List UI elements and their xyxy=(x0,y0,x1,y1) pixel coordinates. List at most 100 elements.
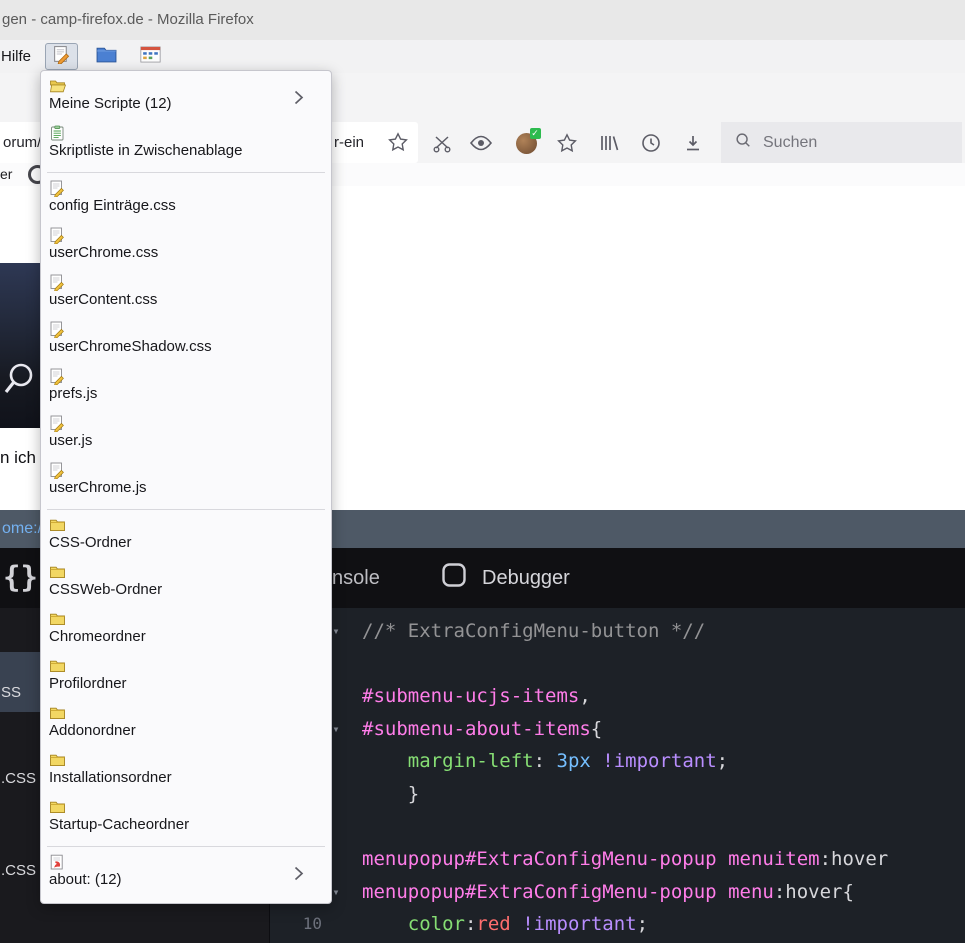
code-editor[interactable]: 1▾//* ExtraConfigMenu-button *//23#subme… xyxy=(270,608,965,943)
tab-debugger-label: Debugger xyxy=(482,567,570,590)
menu-bar: Hilfe xyxy=(0,40,965,73)
menu-item-skriptliste-in-zwischenablage[interactable]: Skriptliste in Zwischenablage xyxy=(41,121,331,168)
avatar: ✓ xyxy=(516,133,537,154)
library-icon[interactable] xyxy=(596,130,622,156)
code-text[interactable] xyxy=(350,648,362,681)
menubar-item-help[interactable]: Hilfe xyxy=(0,40,37,73)
search-bar[interactable] xyxy=(721,122,962,163)
code-text[interactable]: margin-left: 3px !important; xyxy=(350,745,728,778)
menu-item-chromeordner[interactable]: Chromeordner xyxy=(41,607,331,654)
code-line: 6 } xyxy=(270,778,965,811)
menu-item-meine-scripte-12[interactable]: Meine Scripte (12) xyxy=(41,74,331,121)
code-token xyxy=(362,913,408,935)
extraconfig-menu-popup: Meine Scripte (12) Skriptliste in Zwische… xyxy=(40,70,332,904)
about-page-icon xyxy=(49,854,66,871)
code-text[interactable]: #submenu-about-items{ xyxy=(350,713,602,746)
folder-toolbar-button[interactable] xyxy=(90,43,123,70)
code-line: 9▾menupopup#ExtraConfigMenu-popup menu:h… xyxy=(270,876,965,909)
menu-item-user-js[interactable]: user.js xyxy=(41,411,331,458)
folder-icon xyxy=(49,799,66,816)
code-token: menupopup#ExtraConfigMenu-popup xyxy=(362,881,717,903)
menu-item-label: Meine Scripte (12) xyxy=(49,95,172,112)
firefox-window: gen - camp-firefox.de - Mozilla Firefox … xyxy=(0,0,965,943)
menu-item-label: userContent.css xyxy=(49,291,157,308)
code-token: , xyxy=(579,685,590,707)
code-token: : xyxy=(534,750,557,772)
menu-separator xyxy=(47,846,325,847)
menu-item-installationsordner[interactable]: Installationsordner xyxy=(41,748,331,795)
menu-item-userchrome-js[interactable]: userChrome.js xyxy=(41,458,331,505)
code-token: :hover{ xyxy=(774,881,854,903)
chrome-url-fragment: ome:/ xyxy=(2,510,42,548)
grid-toolbar-button[interactable] xyxy=(134,43,167,70)
menu-item-label: Chromeordner xyxy=(49,628,146,645)
downloads-icon[interactable] xyxy=(680,130,706,156)
code-line: 1▾//* ExtraConfigMenu-button *// xyxy=(270,615,965,648)
menu-item-config-eintr-ge-css[interactable]: config Einträge.css xyxy=(41,176,331,223)
code-text[interactable]: color:red !important; xyxy=(350,908,648,941)
menu-item-addonordner[interactable]: Addonordner xyxy=(41,701,331,748)
search-input[interactable] xyxy=(761,133,925,153)
source-name-fragment[interactable]: SS xyxy=(1,684,21,701)
menu-item-label: about: (12) xyxy=(49,871,122,888)
code-line: 2 xyxy=(270,648,965,681)
tab-debugger[interactable]: Debugger xyxy=(440,548,570,608)
menu-item-prefs-js[interactable]: prefs.js xyxy=(41,364,331,411)
code-token: //* ExtraConfigMenu-button *// xyxy=(362,620,705,642)
menu-item-startup-cacheordner[interactable]: Startup-Cacheordner xyxy=(41,795,331,842)
code-token: ; xyxy=(717,750,728,772)
url-text-right: r-ein xyxy=(334,122,364,163)
script-pencil-icon xyxy=(52,45,71,69)
code-token: } xyxy=(362,783,419,805)
code-token: { xyxy=(591,718,602,740)
source-name-fragment[interactable]: .CSS xyxy=(1,862,36,879)
code-token: red xyxy=(476,913,510,935)
code-text[interactable]: //* ExtraConfigMenu-button *// xyxy=(350,615,705,648)
star-icon[interactable] xyxy=(554,130,580,156)
menu-item-label: Installationsordner xyxy=(49,769,172,786)
menu-item-userchromeshadow-css[interactable]: userChromeShadow.css xyxy=(41,317,331,364)
menu-item-label: userChromeShadow.css xyxy=(49,338,212,355)
line-number[interactable]: 10 xyxy=(270,908,322,941)
menu-item-profilordner[interactable]: Profilordner xyxy=(41,654,331,701)
menu-item-cssweb-ordner[interactable]: CSSWeb-Ordner xyxy=(41,560,331,607)
code-token xyxy=(362,750,408,772)
code-token: #submenu-ucjs-items xyxy=(362,685,579,707)
bookmark-star-icon[interactable] xyxy=(388,132,408,157)
code-text[interactable]: menupopup#ExtraConfigMenu-popup menu:hov… xyxy=(350,876,854,909)
code-text[interactable]: } xyxy=(350,778,419,811)
code-text[interactable]: #submenu-ucjs-items, xyxy=(350,680,591,713)
menu-item-css-ordner[interactable]: CSS-Ordner xyxy=(41,513,331,560)
code-token: menuitem xyxy=(728,848,820,870)
avatar-extension-icon[interactable]: ✓ xyxy=(513,130,539,156)
folder-icon xyxy=(49,517,66,534)
code-line: 4▾#submenu-about-items{ xyxy=(270,713,965,746)
code-text[interactable] xyxy=(350,811,362,844)
menu-item-usercontent-css[interactable]: userContent.css xyxy=(41,270,331,317)
code-token xyxy=(717,848,728,870)
menu-item-label: userChrome.css xyxy=(49,244,158,261)
source-name-fragment[interactable]: .CSS xyxy=(1,770,36,787)
menu-item-userchrome-css[interactable]: userChrome.css xyxy=(41,223,331,270)
title-bar: gen - camp-firefox.de - Mozilla Firefox xyxy=(0,0,965,40)
menu-separator xyxy=(47,509,325,510)
file-edit-icon xyxy=(49,321,66,338)
menu-item-label: config Einträge.css xyxy=(49,197,176,214)
fold-gutter xyxy=(322,908,350,941)
code-line: 8menupopup#ExtraConfigMenu-popup menuite… xyxy=(270,843,965,876)
file-edit-icon xyxy=(49,368,66,385)
page-text-fragment: n ich xyxy=(0,448,36,468)
tab-console[interactable]: nsole xyxy=(332,548,380,608)
style-editor-braces-icon[interactable]: {} xyxy=(3,548,38,606)
green-check-badge: ✓ xyxy=(530,128,541,139)
menu-item-label: CSS-Ordner xyxy=(49,534,132,551)
menu-item-about-12[interactable]: about: (12) xyxy=(41,850,331,897)
scissors-icon[interactable] xyxy=(429,130,455,156)
code-text[interactable]: menupopup#ExtraConfigMenu-popup menuitem… xyxy=(350,843,888,876)
code-token: : xyxy=(465,913,476,935)
eye-icon[interactable] xyxy=(468,130,494,156)
code-token: 3px xyxy=(557,750,591,772)
extraconfig-menu-button[interactable] xyxy=(45,43,78,70)
bookmark-item-fragment[interactable]: er xyxy=(0,163,12,186)
history-icon[interactable] xyxy=(638,130,664,156)
